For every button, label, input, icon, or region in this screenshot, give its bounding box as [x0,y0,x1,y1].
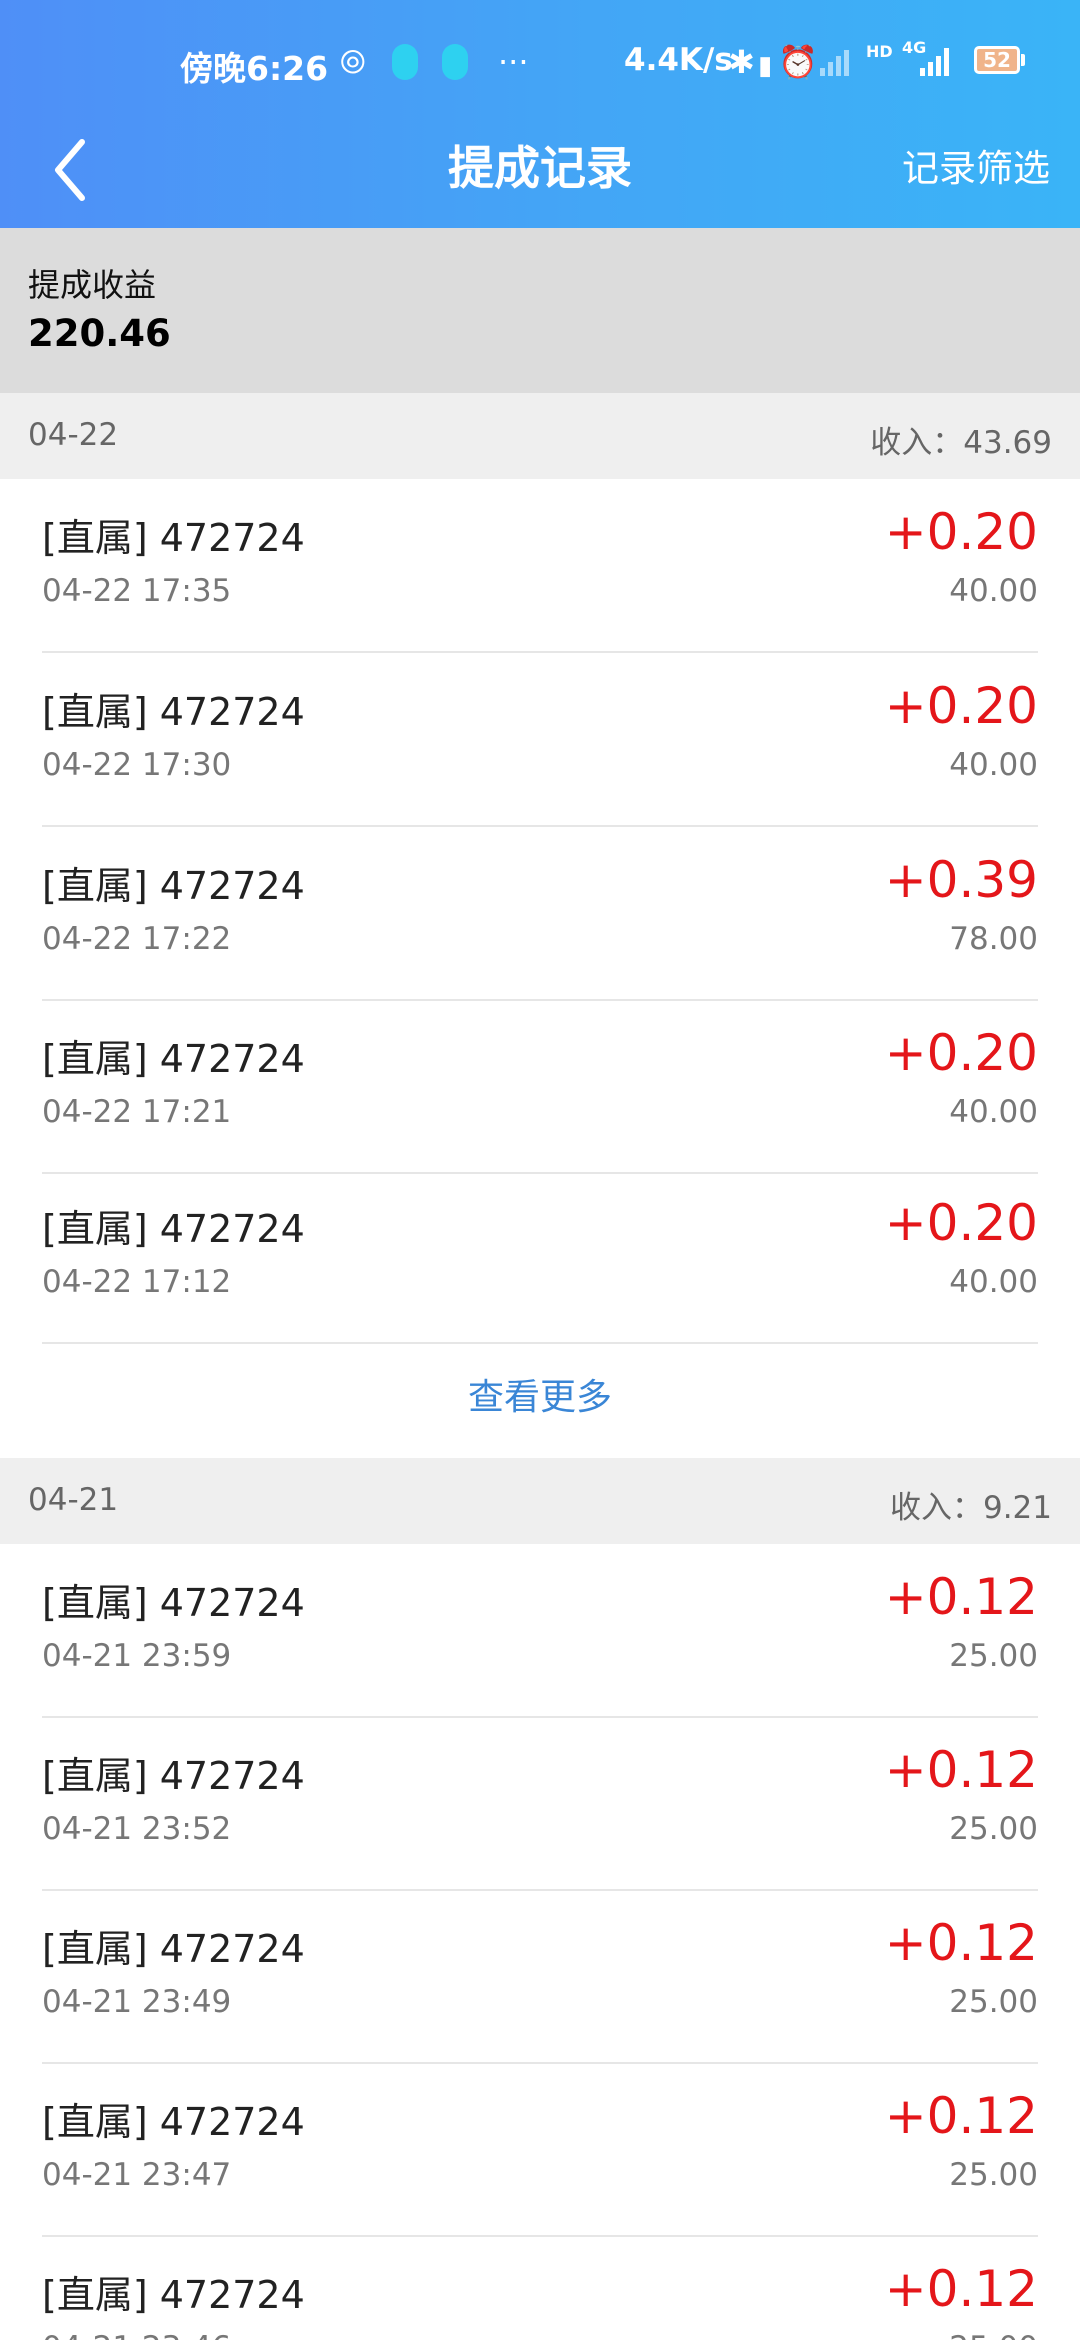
list-item[interactable]: [直属] 472724 04-21 23:59 +0.12 25.00 [0,1544,1080,1718]
record-title: [直属] 472724 [42,2273,305,2317]
section-income: 收入：9.21 [889,1490,1052,1526]
record-title: [直属] 472724 [42,690,305,734]
record-title: [直属] 472724 [42,1581,305,1625]
record-title: [直属] 472724 [42,1927,305,1971]
qq-icon [392,44,418,80]
record-amount: +0.12 [884,2087,1038,2145]
section-date: 04-21 [28,1482,119,1518]
list-item[interactable]: [直属] 472724 04-22 17:12 +0.20 40.00 [0,1170,1080,1344]
status-bar: 傍晚6:26 ⦾ ··· 4.4K/s ✱ ▮ ⏰ HD 4G 52 [0,0,1080,122]
signal-icon [820,46,849,76]
record-time: 04-22 17:30 [42,747,232,783]
record-base: 40.00 [949,1264,1038,1300]
battery-icon: 52 [974,46,1020,74]
record-base: 25.00 [949,1984,1038,2020]
signal-icon [920,46,949,76]
weibo-icon: ⦾ [340,43,366,81]
summary-value: 220.46 [28,312,171,355]
record-time: 04-21 23:46 [42,2330,231,2340]
record-base: 40.00 [949,573,1038,609]
record-amount: +0.20 [884,1024,1038,1082]
record-amount: +0.20 [884,677,1038,735]
record-base: 25.00 [949,1638,1038,1674]
record-title: [直属] 472724 [42,1207,305,1251]
see-more-link[interactable]: 查看更多 [0,1344,1080,1458]
record-title: [直属] 472724 [42,2100,305,2144]
alarm-icon: ⏰ [778,43,818,81]
section-date: 04-22 [28,417,119,453]
section-header: 04-22 收入：43.69 [0,393,1080,479]
record-base: 25.00 [949,1811,1038,1847]
record-time: 04-22 17:22 [42,921,232,957]
list-item[interactable]: [直属] 472724 04-21 23:52 +0.12 25.00 [0,1717,1080,1891]
record-amount: +0.20 [884,1194,1038,1252]
record-amount: +0.12 [884,1914,1038,1972]
battery-level: 52 [983,48,1011,72]
net-speed: 4.4K/s [624,42,733,78]
record-time: 04-21 23:52 [42,1811,232,1847]
list-item[interactable]: [直属] 472724 04-21 23:49 +0.12 25.00 [0,1890,1080,2064]
record-base: 78.00 [949,921,1038,957]
list-item[interactable]: [直属] 472724 04-21 23:46 +0.12 25.00 [0,2236,1080,2340]
record-amount: +0.12 [884,2260,1038,2318]
record-amount: +0.39 [884,851,1038,909]
list-item[interactable]: [直属] 472724 04-22 17:35 +0.20 40.00 [0,479,1080,653]
record-title: [直属] 472724 [42,864,305,908]
filter-button[interactable]: 记录筛选 [902,138,1050,192]
header: 傍晚6:26 ⦾ ··· 4.4K/s ✱ ▮ ⏰ HD 4G 52 提成记录 … [0,0,1080,228]
record-amount: +0.20 [884,503,1038,561]
list-item[interactable]: [直属] 472724 04-22 17:22 +0.39 78.00 [0,827,1080,1001]
summary-label: 提成收益 [28,266,157,304]
list-item[interactable]: [直属] 472724 04-21 23:47 +0.12 25.00 [0,2063,1080,2237]
record-amount: +0.12 [884,1741,1038,1799]
record-amount: +0.12 [884,1568,1038,1626]
more-icon: ··· [498,43,529,81]
record-title: [直属] 472724 [42,1037,305,1081]
qq-icon [442,44,468,80]
status-time: 傍晚6:26 [180,49,329,88]
battery-tip [1021,54,1025,66]
nav-bar: 提成记录 记录筛选 [0,122,1080,228]
record-base: 25.00 [949,2157,1038,2193]
record-time: 04-22 17:12 [42,1264,232,1300]
section-income: 收入：43.69 [870,425,1052,461]
earnings-summary: 提成收益 220.46 [0,228,1080,393]
list-item[interactable]: [直属] 472724 04-22 17:30 +0.20 40.00 [0,653,1080,827]
record-title: [直属] 472724 [42,1754,305,1798]
record-base: 40.00 [949,747,1038,783]
record-title: [直属] 472724 [42,516,305,560]
record-base: 40.00 [949,1094,1038,1130]
list-item[interactable]: [直属] 472724 04-22 17:21 +0.20 40.00 [0,1000,1080,1174]
record-time: 04-21 23:59 [42,1638,232,1674]
section-header: 04-21 收入：9.21 [0,1458,1080,1544]
record-time: 04-22 17:35 [42,573,232,609]
record-time: 04-22 17:21 [42,1094,232,1130]
record-time: 04-21 23:49 [42,1984,232,2020]
record-time: 04-21 23:47 [42,2157,232,2193]
record-base: 25.00 [949,2330,1038,2340]
hd-label: HD [866,42,893,61]
bluetooth-icon: ✱ [728,43,755,81]
vibrate-icon: ▮ [758,51,773,81]
